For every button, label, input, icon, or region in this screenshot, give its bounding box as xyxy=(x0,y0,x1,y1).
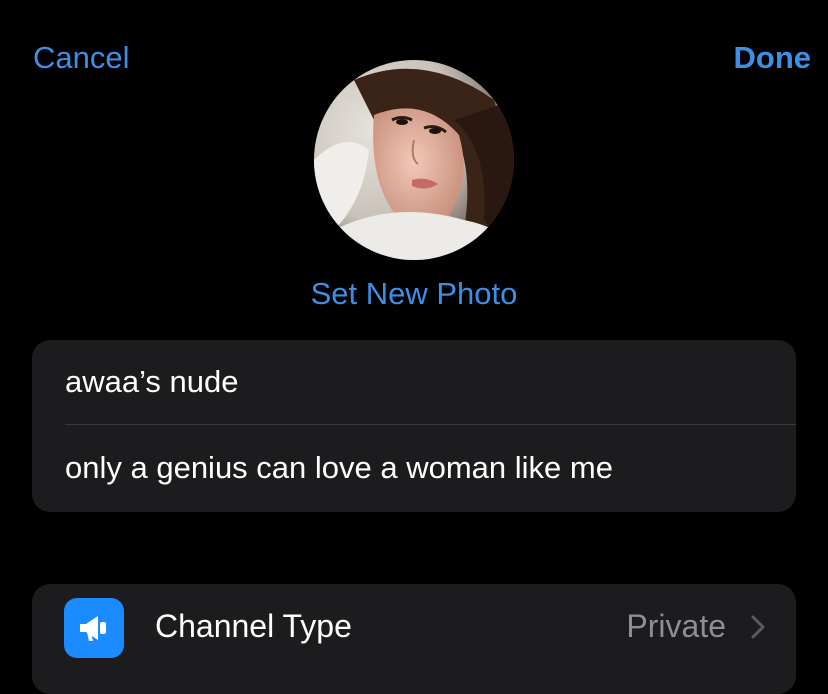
megaphone-icon xyxy=(64,598,124,658)
done-button[interactable]: Done xyxy=(734,40,812,76)
channel-name-field[interactable]: awaa’s nude xyxy=(65,340,796,424)
cancel-button[interactable]: Cancel xyxy=(33,40,130,76)
channel-type-row[interactable]: Channel Type Private xyxy=(32,584,796,674)
channel-type-label: Channel Type xyxy=(155,608,352,644)
channel-avatar[interactable] xyxy=(314,60,514,260)
avatar-photo xyxy=(314,60,514,260)
set-new-photo-link[interactable]: Set New Photo xyxy=(0,276,828,312)
chevron-right-icon xyxy=(751,615,765,639)
channel-settings-card: Channel Type Private xyxy=(32,584,796,694)
channel-type-value: Private xyxy=(626,608,726,644)
channel-description-field[interactable]: only a genius can love a woman like me xyxy=(65,424,796,512)
channel-info-card: awaa’s nude only a genius can love a wom… xyxy=(32,340,796,512)
